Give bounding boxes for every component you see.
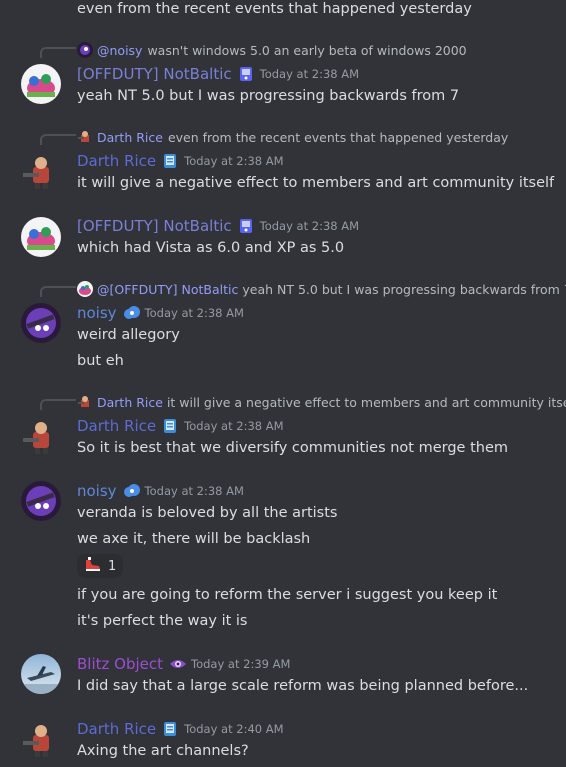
message-text: if you are going to reform the server i … bbox=[77, 587, 498, 603]
message-header: [OFFDUTY] NotBaltic Today at 2:38 AM bbox=[77, 65, 359, 83]
message-text: but eh bbox=[77, 353, 124, 369]
message-header: Darth Rice Today at 2:38 AM bbox=[77, 417, 284, 435]
avatar[interactable] bbox=[21, 481, 61, 521]
message-text: yeah NT 5.0 but I was progressing backwa… bbox=[77, 88, 460, 104]
avatar[interactable] bbox=[21, 217, 61, 257]
author-name[interactable]: [OFFDUTY] NotBaltic bbox=[77, 217, 232, 235]
shoe-reaction-icon bbox=[84, 556, 102, 576]
cloud-badge-icon[interactable] bbox=[123, 305, 140, 321]
book-badge-icon[interactable] bbox=[238, 218, 254, 234]
reply-author[interactable]: Darth Rice bbox=[97, 395, 163, 410]
reply-preview[interactable]: @[OFFDUTY] NotBaltic yeah NT 5.0 but I w… bbox=[77, 281, 566, 297]
timestamp[interactable]: Today at 2:38 AM bbox=[145, 306, 244, 320]
avatar[interactable] bbox=[21, 416, 61, 456]
reply-text[interactable]: even from the recent events that happene… bbox=[168, 130, 508, 145]
reaction-count: 1 bbox=[108, 558, 117, 574]
timestamp[interactable]: Today at 2:38 AM bbox=[184, 419, 283, 433]
shield-badge-icon[interactable] bbox=[162, 418, 178, 434]
reply-avatar-icon bbox=[77, 394, 93, 410]
author-name[interactable]: noisy bbox=[77, 482, 117, 500]
author-name[interactable]: Blitz Object bbox=[77, 655, 163, 673]
reply-preview[interactable]: @noisy wasn't windows 5.0 an early beta … bbox=[77, 42, 467, 58]
message-text: it will give a negative effect to member… bbox=[77, 175, 555, 191]
reply-spine bbox=[40, 134, 76, 145]
timestamp[interactable]: Today at 2:38 AM bbox=[145, 484, 244, 498]
reply-preview[interactable]: Darth Rice it will give a negative effec… bbox=[77, 394, 566, 410]
author-name[interactable]: noisy bbox=[77, 304, 117, 322]
message-text: veranda is beloved by all the artists bbox=[77, 505, 338, 521]
message-text: which had Vista as 6.0 and XP as 5.0 bbox=[77, 240, 345, 256]
message-text: we axe it, there will be backlash bbox=[77, 531, 311, 547]
message-text: weird allegory bbox=[77, 327, 180, 343]
author-name[interactable]: [OFFDUTY] NotBaltic bbox=[77, 65, 232, 83]
message-header: noisy Today at 2:38 AM bbox=[77, 482, 244, 500]
reaction-button[interactable]: 1 bbox=[77, 554, 124, 578]
reply-spine bbox=[40, 286, 76, 297]
chat-message-list: even from the recent events that happene… bbox=[0, 0, 566, 767]
cloud-badge-icon[interactable] bbox=[123, 483, 140, 499]
shield-badge-icon[interactable] bbox=[162, 721, 178, 737]
author-name[interactable]: Darth Rice bbox=[77, 720, 156, 738]
reply-avatar-icon bbox=[77, 281, 93, 297]
reply-author[interactable]: @[OFFDUTY] NotBaltic bbox=[97, 282, 238, 297]
reply-avatar-icon bbox=[77, 129, 93, 145]
message-text: I did say that a large scale reform was … bbox=[77, 678, 529, 694]
reply-text[interactable]: it will give a negative effect to member… bbox=[167, 395, 566, 410]
timestamp[interactable]: Today at 2:40 AM bbox=[184, 722, 283, 736]
book-badge-icon[interactable] bbox=[238, 66, 254, 82]
message-header: Blitz Object Today at 2:39 AM bbox=[77, 655, 290, 673]
message-header: Darth Rice Today at 2:40 AM bbox=[77, 720, 284, 738]
reply-text[interactable]: wasn't windows 5.0 an early beta of wind… bbox=[147, 43, 466, 58]
reply-author[interactable]: @noisy bbox=[97, 43, 142, 58]
reply-avatar-icon bbox=[77, 42, 93, 58]
reply-preview[interactable]: Darth Rice even from the recent events t… bbox=[77, 129, 508, 145]
timestamp[interactable]: Today at 2:39 AM bbox=[191, 657, 290, 671]
shield-badge-icon[interactable] bbox=[162, 153, 178, 169]
author-name[interactable]: Darth Rice bbox=[77, 152, 156, 170]
timestamp[interactable]: Today at 2:38 AM bbox=[184, 154, 283, 168]
eye-badge-icon[interactable] bbox=[169, 656, 187, 672]
timestamp[interactable]: Today at 2:38 AM bbox=[260, 67, 359, 81]
reply-spine bbox=[40, 47, 76, 58]
message-header: noisy Today at 2:38 AM bbox=[77, 304, 244, 322]
message-text: it's perfect the way it is bbox=[77, 613, 248, 629]
reply-author[interactable]: Darth Rice bbox=[97, 130, 163, 145]
avatar[interactable] bbox=[21, 64, 61, 104]
avatar[interactable] bbox=[21, 151, 61, 191]
reply-text[interactable]: yeah NT 5.0 but I was progressing backwa… bbox=[242, 282, 566, 297]
message-header: [OFFDUTY] NotBaltic Today at 2:38 AM bbox=[77, 217, 359, 235]
reply-spine bbox=[40, 399, 76, 410]
message-text: So it is best that we diversify communit… bbox=[77, 440, 508, 456]
message-text: Axing the art channels? bbox=[77, 743, 249, 759]
message-text: even from the recent events that happene… bbox=[77, 1, 472, 17]
author-name[interactable]: Darth Rice bbox=[77, 417, 156, 435]
avatar[interactable] bbox=[21, 303, 61, 343]
avatar[interactable] bbox=[21, 654, 61, 694]
timestamp[interactable]: Today at 2:38 AM bbox=[260, 219, 359, 233]
avatar[interactable] bbox=[21, 719, 61, 759]
message-header: Darth Rice Today at 2:38 AM bbox=[77, 152, 284, 170]
